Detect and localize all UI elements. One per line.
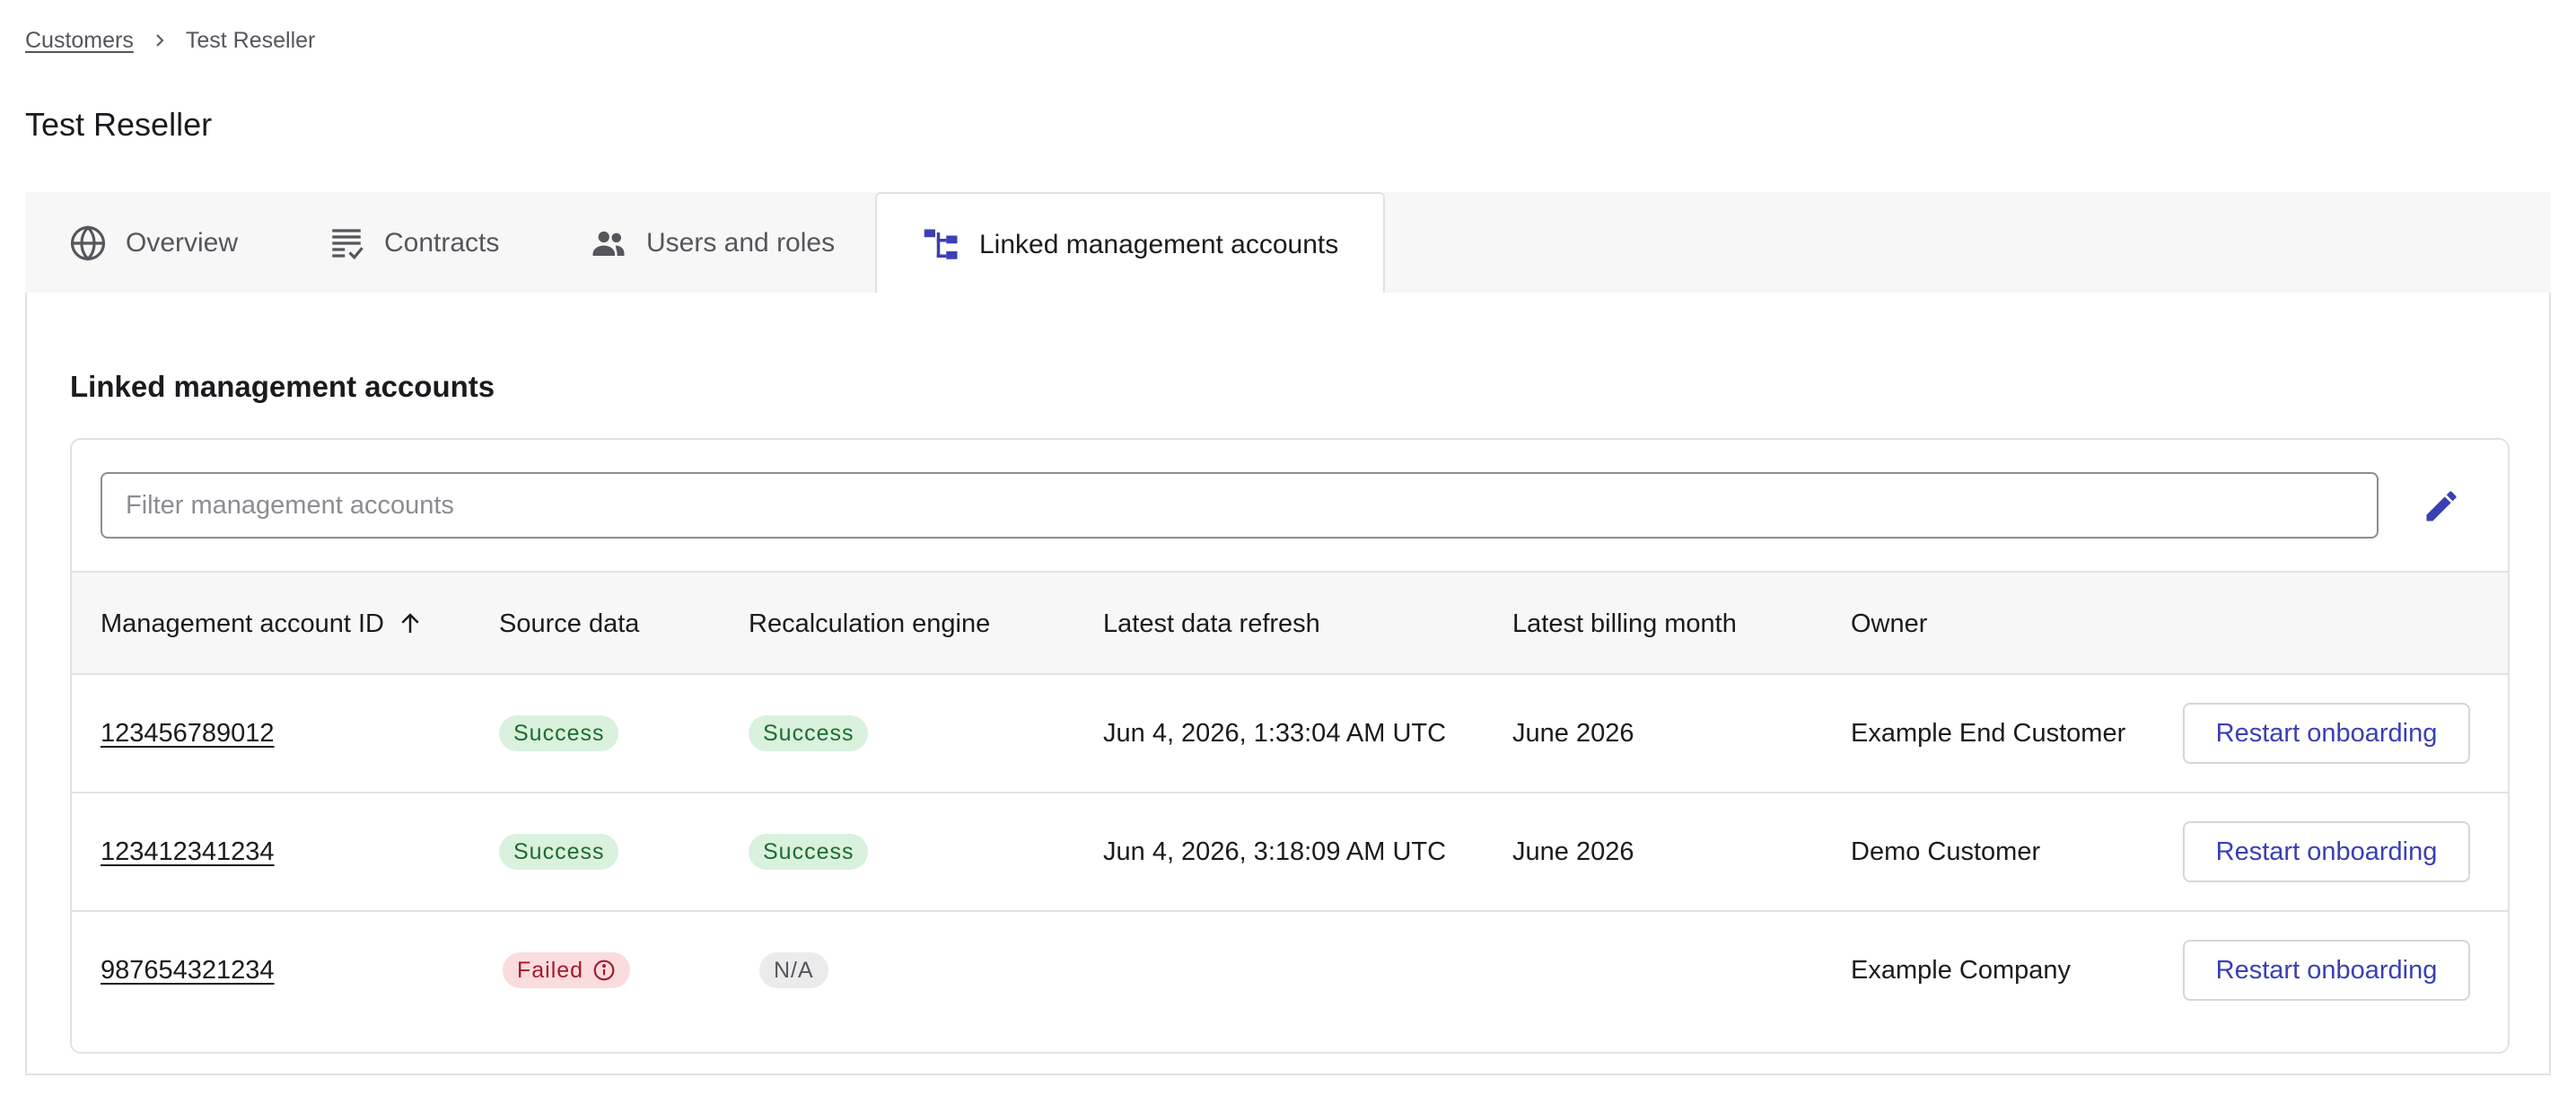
recalc-cell: Success <box>749 675 869 792</box>
owner-cell: Example End Customer <box>1851 718 2126 748</box>
people-icon <box>589 223 628 263</box>
table-row: 123412341234 Success Success Jun 4, 2026… <box>72 793 2508 912</box>
status-badge: Success <box>499 715 619 751</box>
owner-cell: Example Company <box>1851 955 2071 985</box>
column-header-label: Management account ID <box>101 609 384 638</box>
account-id-link[interactable]: 123412341234 <box>101 837 275 867</box>
globe-icon <box>68 223 108 263</box>
breadcrumb-current: Test Reseller <box>185 27 316 53</box>
column-header-latest-data-refresh: Latest data refresh <box>1103 609 1320 638</box>
table-row: 123456789012 Success Success Jun 4, 2026… <box>72 675 2508 793</box>
latest-refresh-cell: Jun 4, 2026, 3:18:09 AM UTC <box>1103 837 1447 866</box>
source-data-cell: Failed <box>503 912 631 1029</box>
status-badge-label: Failed <box>517 957 584 983</box>
tab-label: Contracts <box>384 228 500 258</box>
column-header-owner: Owner <box>1851 609 1928 638</box>
hierarchy-icon <box>922 225 961 265</box>
restart-onboarding-button[interactable]: Restart onboarding <box>2183 940 2470 1001</box>
tab-bar: Overview Contracts Users and roles Linke… <box>25 192 2551 296</box>
tab-users-and-roles[interactable]: Users and roles <box>589 192 835 294</box>
table-header: Management account ID Source data Recalc… <box>72 571 2508 675</box>
tab-contracts[interactable]: Contracts <box>327 192 499 294</box>
latest-refresh-cell: Jun 4, 2026, 1:33:04 AM UTC <box>1103 718 1447 748</box>
edit-button[interactable] <box>2414 479 2468 533</box>
action-cell: Restart onboarding <box>2183 912 2470 1029</box>
arrow-up-icon <box>397 610 424 637</box>
filter-input[interactable] <box>101 472 2379 539</box>
account-id-cell: 123456789012 <box>101 675 275 792</box>
account-id-cell: 123412341234 <box>101 793 275 910</box>
column-header-recalculation-engine: Recalculation engine <box>749 609 991 638</box>
table-row: 987654321234 Failed N/A Example Company … <box>72 912 2508 1030</box>
chevron-right-icon <box>153 34 166 47</box>
breadcrumb-link-customers[interactable]: Customers <box>25 28 134 54</box>
status-badge: Success <box>749 834 869 870</box>
account-id-link[interactable]: 987654321234 <box>101 956 275 986</box>
account-id-link[interactable]: 123456789012 <box>101 719 275 749</box>
tab-label: Overview <box>126 228 239 258</box>
restart-onboarding-button[interactable]: Restart onboarding <box>2183 703 2470 764</box>
action-cell: Restart onboarding <box>2183 793 2470 910</box>
action-cell: Restart onboarding <box>2183 675 2470 792</box>
tab-label: Linked management accounts <box>979 230 1339 259</box>
column-header-source-data: Source data <box>499 609 640 638</box>
list-check-icon <box>327 223 366 263</box>
source-data-cell: Success <box>499 675 619 792</box>
recalc-cell: Success <box>749 793 869 910</box>
column-header-latest-billing-month: Latest billing month <box>1512 609 1737 638</box>
section-title: Linked management accounts <box>70 370 495 403</box>
page-title: Test Reseller <box>25 106 213 143</box>
status-badge-failed[interactable]: Failed <box>503 952 631 988</box>
tab-panel: Linked management accounts Management ac… <box>25 293 2551 1075</box>
tab-overview[interactable]: Overview <box>68 192 238 294</box>
status-badge: Success <box>749 715 869 751</box>
account-id-cell: 987654321234 <box>101 912 275 1029</box>
restart-onboarding-button[interactable]: Restart onboarding <box>2183 821 2470 882</box>
info-icon <box>592 959 616 982</box>
status-badge: N/A <box>759 952 828 988</box>
billing-month-cell: June 2026 <box>1512 718 1634 748</box>
billing-month-cell: June 2026 <box>1512 837 1634 866</box>
tab-label: Users and roles <box>646 228 836 258</box>
accounts-table: Management account ID Source data Recalc… <box>70 438 2510 1054</box>
owner-cell: Demo Customer <box>1851 837 2041 866</box>
status-badge: Success <box>499 834 619 870</box>
source-data-cell: Success <box>499 793 619 910</box>
breadcrumb: Customers Test Reseller <box>25 27 315 54</box>
column-header-management-account-id[interactable]: Management account ID <box>101 573 424 675</box>
recalc-cell: N/A <box>759 912 828 1029</box>
tab-linked-management-accounts[interactable]: Linked management accounts <box>875 192 1386 296</box>
pencil-icon <box>2426 491 2457 521</box>
